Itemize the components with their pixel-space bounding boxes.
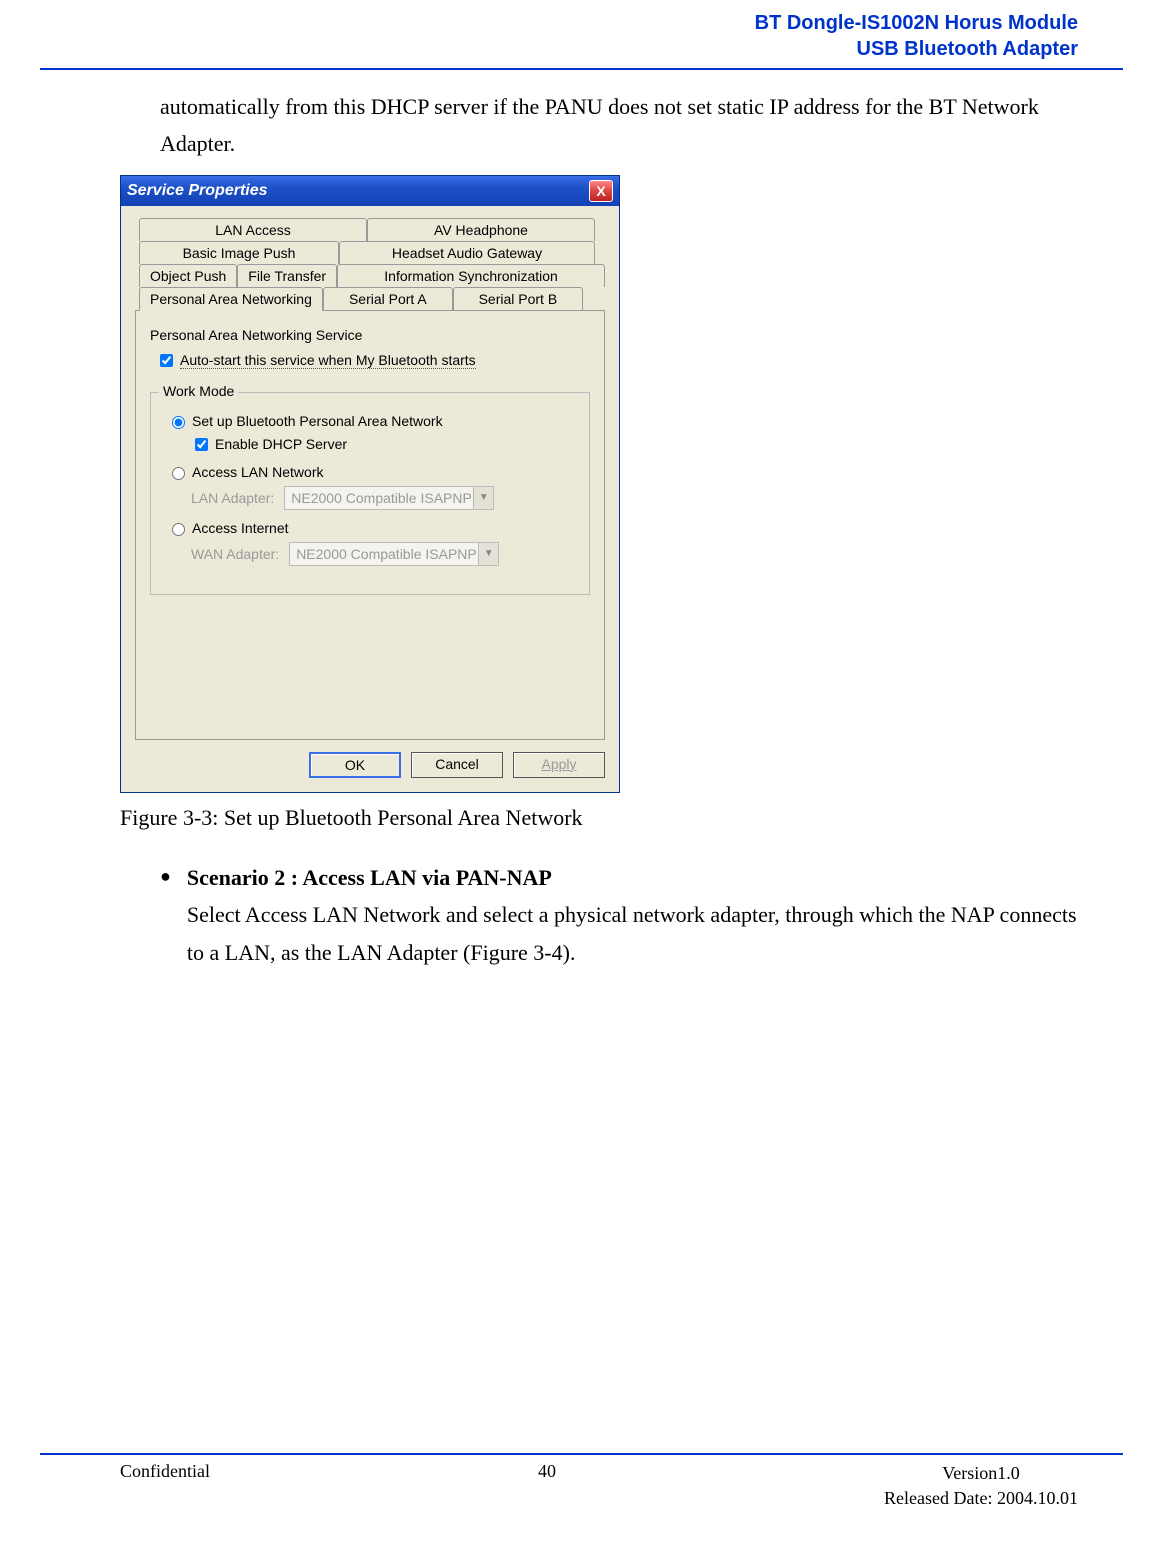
tab-pan[interactable]: Personal Area Networking [139,287,323,311]
dhcp-checkbox[interactable] [195,438,208,451]
titlebar: Service Properties X [121,176,619,206]
tab-object-push[interactable]: Object Push [139,264,237,287]
tab-panel-pan: Personal Area Networking Service Auto-st… [135,310,605,740]
lan-adapter-label: LAN Adapter: [191,490,274,506]
cancel-button[interactable]: Cancel [411,752,503,778]
tab-serial-b[interactable]: Serial Port B [453,287,583,310]
autostart-checkbox[interactable] [160,354,173,367]
footer-page-number: 40 [538,1461,556,1511]
autostart-label: Auto-start this service when My Bluetoot… [180,352,476,369]
dialog-title: Service Properties [127,182,268,200]
header-line2: USB Bluetooth Adapter [85,36,1078,62]
ok-button[interactable]: OK [309,752,401,778]
wan-adapter-value: NE2000 Compatible ISAPNP E [290,546,478,562]
workmode-groupbox: Work Mode Set up Bluetooth Personal Area… [150,392,590,595]
tab-info-sync[interactable]: Information Synchronization [337,264,605,287]
wan-adapter-combo[interactable]: NE2000 Compatible ISAPNP E ▼ [289,542,499,566]
chevron-down-icon[interactable]: ▼ [478,543,498,565]
lan-adapter-combo[interactable]: NE2000 Compatible ISAPNP E ▼ [284,486,494,510]
bullet-icon: ● [160,859,171,971]
tab-file-transfer[interactable]: File Transfer [237,264,337,287]
lan-adapter-value: NE2000 Compatible ISAPNP E [285,490,473,506]
tab-lan-access[interactable]: LAN Access [139,218,367,241]
scenario-2-title: Scenario 2 : Access LAN via PAN-NAP [187,859,1078,896]
header-rule [40,68,1123,70]
scenario-2-block: ● Scenario 2 : Access LAN via PAN-NAP Se… [160,859,1078,971]
figure-caption: Figure 3-3: Set up Bluetooth Personal Ar… [120,805,1078,831]
radio-access-internet-label: Access Internet [192,520,289,536]
header-line1: BT Dongle-IS1002N Horus Module [85,10,1078,36]
apply-button[interactable]: Apply [513,752,605,778]
tab-serial-a[interactable]: Serial Port A [323,287,453,310]
radio-setup-pan[interactable] [172,416,185,429]
chevron-down-icon[interactable]: ▼ [473,487,493,509]
workmode-title: Work Mode [159,383,238,399]
footer-version: Version1.0 [884,1461,1078,1486]
close-icon[interactable]: X [589,180,613,202]
radio-access-lan-label: Access LAN Network [192,464,323,480]
tabs: LAN Access AV Headphone Basic Image Push… [135,218,605,740]
service-properties-dialog: Service Properties X LAN Access AV Headp… [120,175,620,793]
wan-adapter-label: WAN Adapter: [191,546,279,562]
tab-headset-audio-gw[interactable]: Headset Audio Gateway [339,241,595,264]
tab-av-headphone[interactable]: AV Headphone [367,218,595,241]
pan-service-title: Personal Area Networking Service [150,327,590,343]
radio-setup-pan-label: Set up Bluetooth Personal Area Network [192,413,443,429]
dhcp-label: Enable DHCP Server [215,436,347,452]
page-footer: Confidential 40 Version1.0 Released Date… [0,1453,1163,1511]
dialog-button-bar: OK Cancel Apply [121,744,619,792]
footer-confidential: Confidential [120,1461,210,1511]
figure-dialog: Service Properties X LAN Access AV Headp… [120,175,1078,793]
radio-access-internet[interactable] [172,523,185,536]
radio-access-lan[interactable] [172,467,185,480]
tab-basic-image-push[interactable]: Basic Image Push [139,241,339,264]
scenario-2-body: Select Access LAN Network and select a p… [187,896,1078,971]
footer-date: Released Date: 2004.10.01 [884,1486,1078,1511]
paragraph-1: automatically from this DHCP server if t… [160,88,1078,163]
